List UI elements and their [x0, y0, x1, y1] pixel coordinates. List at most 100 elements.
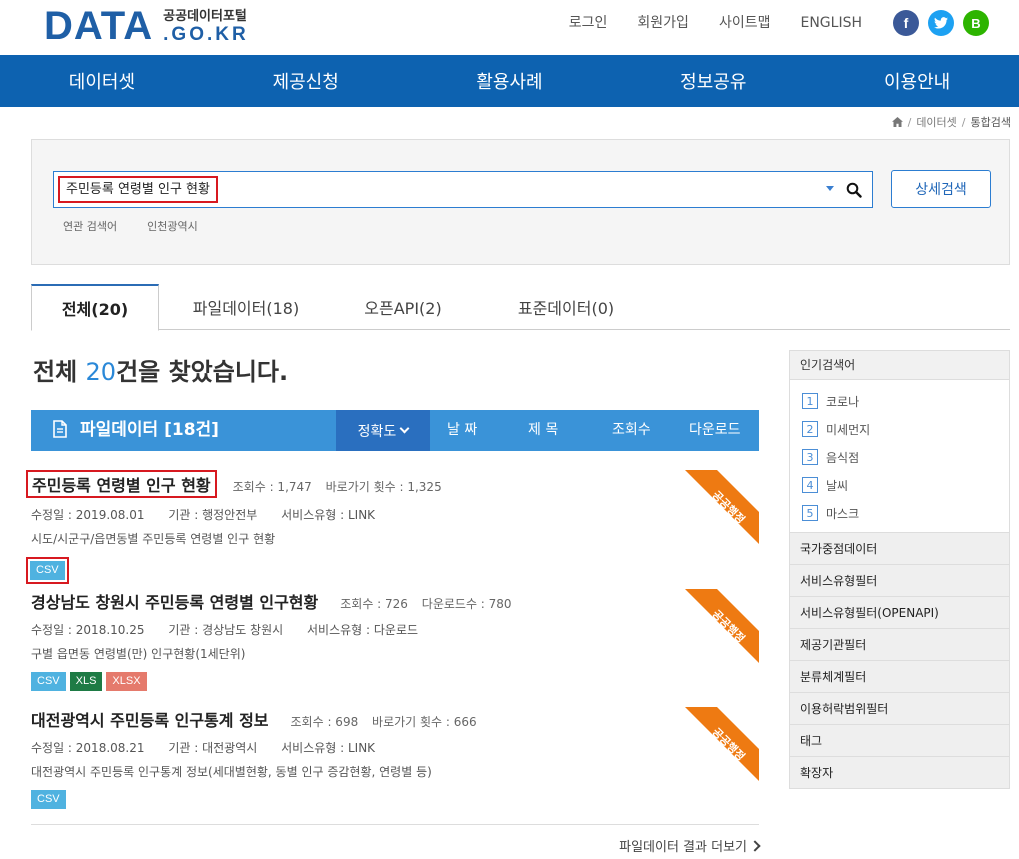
search-icon[interactable]: [846, 182, 862, 198]
search-panel: 주민등록 연령별 인구 현황 상세검색 연관 검색어 인천광역시: [31, 139, 1010, 265]
modified-date: 수정일 : 2018.10.25: [31, 623, 145, 637]
home-icon[interactable]: [891, 117, 903, 127]
download-count: 다운로드수 : 780: [421, 597, 512, 611]
blog-icon[interactable]: B: [963, 10, 989, 36]
shortcut-count: 바로가기 횟수 : 1,325: [325, 480, 442, 494]
service-type: 서비스유형 : 다운로드: [307, 623, 419, 637]
modified-date: 수정일 : 2019.08.01: [31, 508, 145, 522]
popular-keyword[interactable]: 1 코로나: [802, 387, 1009, 415]
filter-tag[interactable]: 태그: [789, 725, 1010, 757]
filter-national-key-data[interactable]: 국가중점데이터: [789, 533, 1010, 565]
sort-accuracy[interactable]: 정확도: [336, 410, 430, 451]
login-link[interactable]: 로그인: [569, 9, 608, 37]
english-link[interactable]: ENGLISH: [800, 9, 862, 37]
site-logo[interactable]: DATA 공공데이터포털 .GO.KR: [44, 5, 249, 47]
chevron-down-icon: [399, 423, 410, 434]
category-ribbon: 공공행정: [685, 707, 759, 781]
utility-links: 로그인 회원가입 사이트맵 ENGLISH f B: [569, 9, 989, 37]
popular-keyword[interactable]: 5 마스크: [802, 499, 1009, 527]
nav-dataset[interactable]: 데이터셋: [0, 55, 204, 107]
filter-classification[interactable]: 분류체계필터: [789, 661, 1010, 693]
sort-title[interactable]: 제 목: [528, 410, 558, 451]
format-badge-xls[interactable]: XLS: [69, 672, 103, 691]
result-title[interactable]: 경상남도 창원시 주민등록 연령별 인구현황: [31, 589, 318, 613]
category-ribbon: 공공행정: [685, 470, 759, 544]
result-description: 구별 읍면동 연령별(만) 인구현황(1세단위): [31, 647, 246, 661]
result-tabs: 전체(20) 파일데이터(18) 오픈API(2) 표준데이터(0): [31, 284, 1010, 331]
chevron-right-icon: [749, 839, 761, 852]
site-header: DATA 공공데이터포털 .GO.KR 로그인 회원가입 사이트맵 ENGLIS…: [0, 0, 1019, 55]
organization: 기관 : 대전광역시: [168, 741, 258, 755]
shortcut-count: 바로가기 횟수 : 666: [372, 715, 477, 729]
filter-license-scope[interactable]: 이용허락범위필터: [789, 693, 1010, 725]
result-count: 20: [85, 358, 117, 386]
file-data-result-bar: 파일데이터 [18건] 정확도 날 짜 제 목 조회수 다운로드: [31, 410, 759, 451]
modified-date: 수정일 : 2018.08.21: [31, 741, 145, 755]
tab-open-api[interactable]: 오픈API(2): [341, 284, 465, 330]
logo-domain-text: .GO.KR: [163, 24, 249, 45]
organization: 기관 : 행정안전부: [168, 508, 258, 522]
service-type: 서비스유형 : LINK: [281, 741, 376, 755]
popular-keywords-box: 인기검색어 1 코로나 2 미세먼지 3 음식점 4 날씨 5 마스크: [789, 350, 1010, 533]
result-item: 대전광역시 주민등록 인구통계 정보 조회수 : 698 바로가기 횟수 : 6…: [31, 707, 759, 817]
view-count: 조회수 : 1,747: [232, 480, 312, 494]
logo-data-text: DATA: [44, 4, 154, 48]
result-title[interactable]: 주민등록 연령별 인구 현황: [26, 470, 217, 498]
document-icon: [53, 420, 67, 438]
nav-info-share[interactable]: 정보공유: [611, 55, 815, 107]
more-results-link[interactable]: 파일데이터 결과 더보기: [619, 836, 761, 855]
tab-all[interactable]: 전체(20): [31, 284, 159, 331]
filter-extension[interactable]: 확장자: [789, 757, 1010, 789]
format-badge-csv[interactable]: CSV: [31, 672, 66, 691]
category-ribbon: 공공행정: [685, 589, 759, 663]
result-title[interactable]: 대전광역시 주민등록 인구통계 정보: [31, 707, 269, 731]
breadcrumb-current: 통합검색: [970, 116, 1011, 129]
dropdown-caret-icon[interactable]: [826, 186, 834, 191]
logo-korean-text: 공공데이터포털: [163, 9, 247, 24]
facebook-icon[interactable]: f: [893, 10, 919, 36]
popular-keyword[interactable]: 2 미세먼지: [802, 415, 1009, 443]
main-nav: 데이터셋 제공신청 활용사례 정보공유 이용안내: [0, 55, 1019, 107]
related-term[interactable]: 인천광역시: [147, 218, 198, 234]
filter-provider-org[interactable]: 제공기관필터: [789, 629, 1010, 661]
tab-file-data[interactable]: 파일데이터(18): [171, 284, 321, 330]
related-keywords: 연관 검색어 인천광역시: [63, 218, 228, 234]
service-type: 서비스유형 : LINK: [281, 508, 376, 522]
popular-keyword[interactable]: 3 음식점: [802, 443, 1009, 471]
filter-service-type[interactable]: 서비스유형필터: [789, 565, 1010, 597]
result-item: 주민등록 연령별 인구 현황 조회수 : 1,747 바로가기 횟수 : 1,3…: [26, 470, 759, 584]
format-highlight: CSV: [26, 557, 69, 584]
format-badge-xlsx[interactable]: XLSX: [106, 672, 147, 691]
tab-standard-data[interactable]: 표준데이터(0): [491, 284, 641, 330]
nav-request[interactable]: 제공신청: [204, 55, 408, 107]
result-item: 경상남도 창원시 주민등록 연령별 인구현황 조회수 : 726 다운로드수 :…: [31, 589, 759, 699]
related-label: 연관 검색어: [63, 220, 118, 233]
breadcrumb-dataset[interactable]: 데이터셋: [916, 114, 956, 130]
twitter-icon[interactable]: [928, 10, 954, 36]
popular-keyword[interactable]: 4 날씨: [802, 471, 1009, 499]
nav-guide[interactable]: 이용안내: [815, 55, 1019, 107]
result-description: 시도/시군구/읍면동별 주민등록 연령별 인구 현황: [31, 532, 276, 546]
divider: [31, 824, 759, 825]
sort-downloads[interactable]: 다운로드: [689, 410, 741, 451]
search-input[interactable]: 주민등록 연령별 인구 현황: [53, 171, 873, 208]
search-query-text[interactable]: 주민등록 연령별 인구 현황: [58, 176, 218, 203]
file-data-title: 파일데이터 [18건]: [80, 420, 219, 440]
detail-search-button[interactable]: 상세검색: [891, 170, 991, 208]
format-badge-csv[interactable]: CSV: [30, 561, 65, 580]
signup-link[interactable]: 회원가입: [637, 9, 689, 37]
sitemap-link[interactable]: 사이트맵: [719, 9, 771, 37]
organization: 기관 : 경상남도 창원시: [168, 623, 284, 637]
sort-date[interactable]: 날 짜: [447, 410, 477, 451]
filter-service-type-openapi[interactable]: 서비스유형필터(OPENAPI): [789, 597, 1010, 629]
sort-views[interactable]: 조회수: [612, 410, 651, 451]
result-count-heading: 전체 20건을 찾았습니다.: [33, 358, 289, 386]
format-badge-csv[interactable]: CSV: [31, 790, 66, 809]
view-count: 조회수 : 726: [340, 597, 408, 611]
breadcrumb: / 데이터셋 / 통합검색: [891, 114, 1011, 130]
nav-use-cases[interactable]: 활용사례: [408, 55, 612, 107]
view-count: 조회수 : 698: [290, 715, 359, 729]
popular-keywords-title: 인기검색어: [790, 351, 1009, 380]
sidebar: 인기검색어 1 코로나 2 미세먼지 3 음식점 4 날씨 5 마스크 국가중점데이터 서…: [789, 350, 1010, 789]
result-description: 대전광역시 주민등록 인구통계 정보(세대별현황, 동별 인구 증감현황, 연령…: [31, 765, 432, 779]
